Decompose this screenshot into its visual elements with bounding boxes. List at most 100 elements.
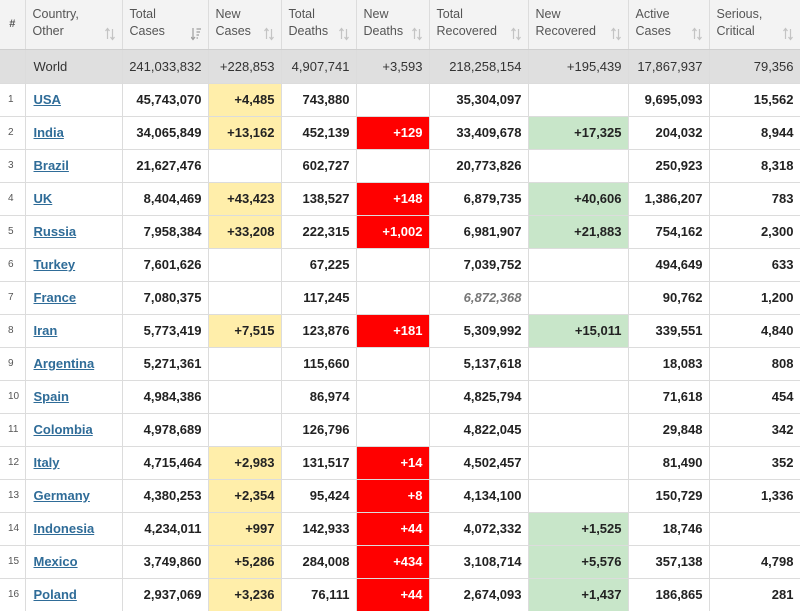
cell-serious-critical: 4,798 <box>709 545 800 579</box>
col-header-serious-critical[interactable]: Serious, Critical <box>709 0 800 50</box>
cell-total-cases: 7,958,384 <box>122 215 209 249</box>
country-link[interactable]: Germany <box>34 488 90 503</box>
cell-total-recovered: 4,072,332 <box>429 512 529 546</box>
cell-country: Poland <box>25 578 123 611</box>
cell-country: Germany <box>25 479 123 513</box>
col-header-total-recovered[interactable]: Total Recovered <box>429 0 529 50</box>
sort-arrows-icon[interactable] <box>104 27 115 41</box>
country-link[interactable]: Russia <box>34 224 77 239</box>
cell-new-deaths: +1,002 <box>356 215 430 249</box>
country-link[interactable]: Turkey <box>34 257 76 272</box>
cell-new-cases <box>208 347 282 381</box>
country-link[interactable]: Brazil <box>34 158 69 173</box>
col-header-label-line2: Recovered <box>436 24 497 38</box>
cell-active-cases: 17,867,937 <box>628 49 710 84</box>
col-header-active-cases[interactable]: Active Cases <box>628 0 710 50</box>
col-header-new-deaths[interactable]: New Deaths <box>356 0 430 50</box>
table-row: 11 Colombia 4,978,689 126,796 4,822,045 29,84… <box>0 413 800 447</box>
cell-total-deaths: 126,796 <box>281 413 357 447</box>
cell-new-recovered <box>528 83 629 117</box>
country-link[interactable]: Poland <box>34 587 77 602</box>
country-link[interactable]: Indonesia <box>34 521 95 536</box>
cell-total-cases: 3,749,860 <box>122 545 209 579</box>
sort-arrows-icon[interactable] <box>263 27 274 41</box>
country-link[interactable]: India <box>34 125 64 140</box>
cell-total-recovered: 2,674,093 <box>429 578 529 611</box>
cell-total-deaths: 138,527 <box>281 182 357 216</box>
col-header-rank[interactable]: # <box>0 0 26 50</box>
cell-country: World <box>25 49 123 84</box>
col-header-new-cases[interactable]: New Cases <box>208 0 282 50</box>
col-header-label: # <box>9 17 16 30</box>
country-link[interactable]: Spain <box>34 389 69 404</box>
cell-active-cases: 204,032 <box>628 116 710 150</box>
col-header-label-line1: Total <box>436 7 463 21</box>
country-link[interactable]: Argentina <box>34 356 95 371</box>
cell-country: Turkey <box>25 248 123 282</box>
cell-serious-critical: 633 <box>709 248 800 282</box>
col-header-label-line2: Recovered <box>535 24 596 38</box>
cell-active-cases: 9,695,093 <box>628 83 710 117</box>
country-link[interactable]: Italy <box>34 455 60 470</box>
cell-new-recovered <box>528 380 629 414</box>
col-header-label-line1: New <box>363 7 389 21</box>
cell-total-cases: 8,404,469 <box>122 182 209 216</box>
sort-descending-icon[interactable] <box>190 27 201 41</box>
cell-active-cases: 90,762 <box>628 281 710 315</box>
cell-new-recovered: +1,525 <box>528 512 629 546</box>
col-header-total-cases[interactable]: Total Cases <box>122 0 209 50</box>
table-row: 5 Russia 7,958,384 +33,208 222,315 +1,002 6,98… <box>0 215 800 249</box>
col-header-total-deaths[interactable]: Total Deaths <box>281 0 357 50</box>
cell-active-cases: 357,138 <box>628 545 710 579</box>
sort-arrows-icon[interactable] <box>510 27 521 41</box>
cell-serious-critical: 15,562 <box>709 83 800 117</box>
cell-active-cases: 29,848 <box>628 413 710 447</box>
col-header-label-line1: Serious, <box>716 7 763 21</box>
country-link[interactable]: UK <box>34 191 53 206</box>
cell-total-cases: 7,601,626 <box>122 248 209 282</box>
cell-serious-critical: 454 <box>709 380 800 414</box>
country-link[interactable]: France <box>34 290 77 305</box>
cell-total-deaths: 123,876 <box>281 314 357 348</box>
cell-new-cases: +228,853 <box>208 49 282 84</box>
table-row: 15 Mexico 3,749,860 +5,286 284,008 +434 3,108,… <box>0 545 800 579</box>
col-header-label-line1: New <box>215 7 241 21</box>
cell-serious-critical: 808 <box>709 347 800 381</box>
country-link[interactable]: Mexico <box>34 554 78 569</box>
cell-new-deaths <box>356 347 430 381</box>
col-header-country[interactable]: Country, Other <box>25 0 123 50</box>
cell-rank: 16 <box>0 578 26 611</box>
col-header-new-recovered[interactable]: New Recovered <box>528 0 629 50</box>
cell-new-deaths <box>356 380 430 414</box>
cell-total-deaths: 95,424 <box>281 479 357 513</box>
country-link[interactable]: Colombia <box>34 422 93 437</box>
cell-total-recovered: 7,039,752 <box>429 248 529 282</box>
cell-total-deaths: 115,660 <box>281 347 357 381</box>
cell-active-cases: 150,729 <box>628 479 710 513</box>
sort-arrows-icon[interactable] <box>610 27 621 41</box>
sort-arrows-icon[interactable] <box>691 27 702 41</box>
table-row: 3 Brazil 21,627,476 602,727 20,773,826 250,92… <box>0 149 800 183</box>
world-total-row: World 241,033,832 +228,853 4,907,741 +3,593 2… <box>0 49 800 84</box>
cell-total-recovered: 33,409,678 <box>429 116 529 150</box>
table-row: 12 Italy 4,715,464 +2,983 131,517 +14 4,502,45… <box>0 446 800 480</box>
col-header-label-line1: Total <box>288 7 315 21</box>
cell-total-cases: 4,234,011 <box>122 512 209 546</box>
cell-total-recovered: 4,825,794 <box>429 380 529 414</box>
cell-new-deaths: +434 <box>356 545 430 579</box>
cell-rank: 2 <box>0 116 26 150</box>
country-link[interactable]: Iran <box>34 323 58 338</box>
cell-new-recovered: +21,883 <box>528 215 629 249</box>
cell-new-deaths: +3,593 <box>356 49 430 84</box>
table-row: 6 Turkey 7,601,626 67,225 7,039,752 494,649 63… <box>0 248 800 282</box>
cell-serious-critical: 1,336 <box>709 479 800 513</box>
cell-new-recovered: +17,325 <box>528 116 629 150</box>
country-link[interactable]: USA <box>34 92 61 107</box>
cell-country: Spain <box>25 380 123 414</box>
cell-new-recovered <box>528 413 629 447</box>
table-row: 10 Spain 4,984,386 86,974 4,825,794 71,618 454 <box>0 380 800 414</box>
sort-arrows-icon[interactable] <box>411 27 422 41</box>
sort-arrows-icon[interactable] <box>782 27 793 41</box>
sort-arrows-icon[interactable] <box>338 27 349 41</box>
cell-serious-critical: 1,200 <box>709 281 800 315</box>
